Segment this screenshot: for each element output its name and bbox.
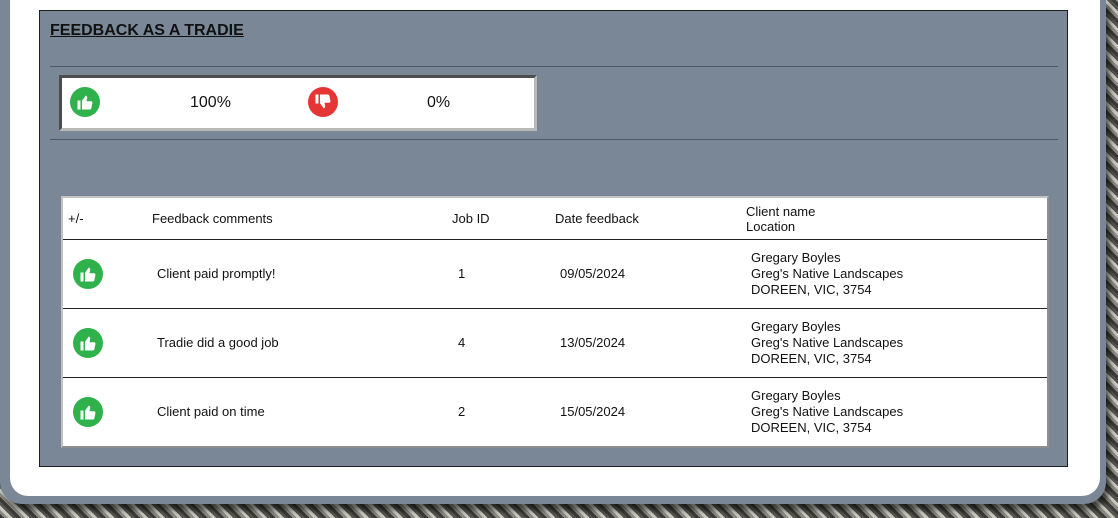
thumbs-down-icon [308,87,338,117]
feedback-section: FEEDBACK AS A TRADIE 100% 0% +/- Feedbac… [39,10,1068,467]
divider [50,66,1058,67]
client-name: Gregary Boyles [751,250,841,265]
header-job-id: Job ID [452,211,490,226]
header-date: Date feedback [555,211,639,226]
client-business: Greg's Native Landscapes [751,266,904,281]
header-rating: +/- [68,211,84,226]
job-id: 4 [458,335,466,350]
thumbs-up-icon [73,328,103,358]
negative-percent: 0% [427,94,451,111]
client-location: DOREEN, VIC, 3754 [751,351,872,366]
client-location: DOREEN, VIC, 3754 [751,282,872,297]
table-row: Tradie did a good job 4 13/05/2024 Grega… [63,309,1047,378]
table-row: Client paid promptly! 1 09/05/2024 Grega… [63,240,1047,309]
client-name: Gregary Boyles [751,319,841,334]
client-business: Greg's Native Landscapes [751,335,904,350]
feedback-summary: 100% 0% [59,75,537,131]
table-header: +/- Feedback comments Job ID Date feedba… [63,198,1047,240]
feedback-date: 13/05/2024 [560,335,626,350]
feedback-comment: Client paid promptly! [157,266,276,281]
header-client-name: Client name [746,204,816,219]
positive-percent: 100% [190,94,231,111]
thumbs-up-icon [73,397,103,427]
feedback-date: 09/05/2024 [560,266,626,281]
feedback-date: 15/05/2024 [560,404,626,419]
client-location: DOREEN, VIC, 3754 [751,420,872,435]
job-id: 1 [458,266,466,281]
thumbs-up-icon [73,259,103,289]
feedback-table: +/- Feedback comments Job ID Date feedba… [61,196,1049,448]
table-row: Client paid on time 2 15/05/2024 Gregary… [63,378,1047,446]
divider [50,139,1058,140]
client-business: Greg's Native Landscapes [751,404,904,419]
header-comments: Feedback comments [152,211,273,226]
section-title: FEEDBACK AS A TRADIE [50,22,244,39]
client-name: Gregary Boyles [751,388,841,403]
feedback-comment: Client paid on time [157,404,265,419]
feedback-comment: Tradie did a good job [157,335,279,350]
job-id: 2 [458,404,466,419]
thumbs-up-icon [70,87,100,117]
header-location: Location [746,219,796,234]
